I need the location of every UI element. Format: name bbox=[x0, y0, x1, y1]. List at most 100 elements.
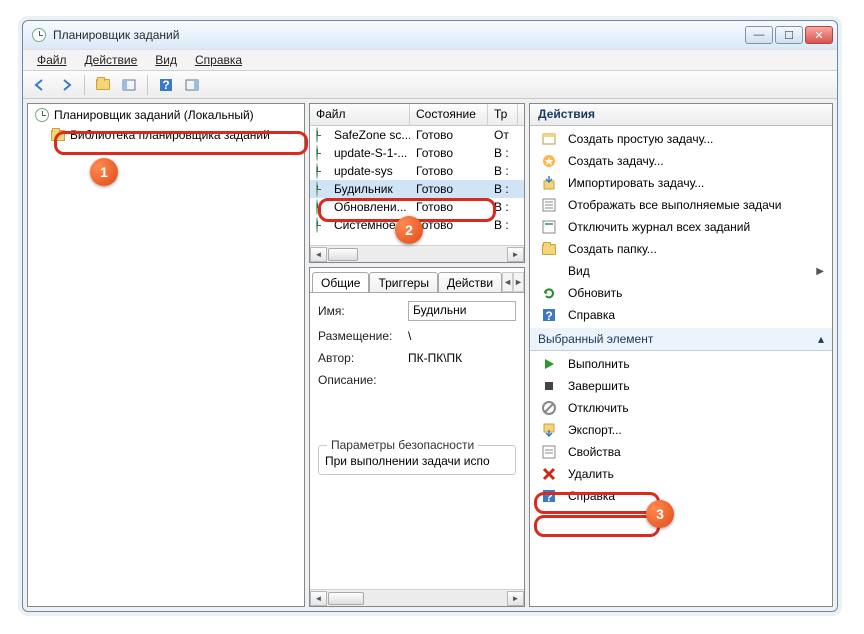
security-line: При выполнении задачи испо bbox=[325, 454, 509, 468]
action-export[interactable]: Экспорт... bbox=[530, 419, 832, 441]
col-trigger[interactable]: Тр bbox=[488, 104, 518, 125]
menu-action[interactable]: Действие bbox=[77, 51, 146, 69]
task-row[interactable]: Обновлени...ГотовоВ : bbox=[310, 198, 524, 216]
task-trigger: В : bbox=[494, 164, 509, 178]
tab-scroll-left[interactable]: ◄ bbox=[502, 272, 513, 292]
clock-icon bbox=[34, 107, 50, 123]
location-label: Размещение: bbox=[318, 329, 408, 343]
stop-icon bbox=[540, 378, 558, 394]
col-name[interactable]: Файл bbox=[310, 104, 410, 125]
scroll-left-icon[interactable]: ◄ bbox=[310, 247, 327, 262]
menu-file[interactable]: Файл bbox=[29, 51, 75, 69]
task-name: Системное ... bbox=[334, 218, 409, 232]
props-icon bbox=[540, 444, 558, 460]
action-label: Удалить bbox=[568, 467, 614, 481]
task-row[interactable]: SafeZone sc...ГотовоОт bbox=[310, 126, 524, 144]
menu-help[interactable]: Справка bbox=[187, 51, 250, 69]
name-field[interactable]: Будильни bbox=[408, 301, 516, 321]
scroll-track[interactable] bbox=[327, 247, 507, 262]
titlebar[interactable]: Планировщик заданий — ☐ ✕ bbox=[23, 21, 837, 49]
task-row[interactable]: update-S-1-...ГотовоВ : bbox=[310, 144, 524, 162]
task-row[interactable]: Системное ...ГотовоВ : bbox=[310, 216, 524, 234]
task-trigger: В : bbox=[494, 182, 509, 196]
svg-text:?: ? bbox=[545, 309, 552, 323]
tab-scroll-right[interactable]: ► bbox=[513, 272, 524, 292]
panel-toggle-button[interactable] bbox=[118, 74, 140, 96]
scroll-right-icon[interactable]: ► bbox=[507, 247, 524, 262]
scroll-right-icon[interactable]: ► bbox=[507, 591, 524, 606]
action-disable_log[interactable]: Отключить журнал всех заданий bbox=[530, 216, 832, 238]
scroll-left-icon[interactable]: ◄ bbox=[310, 591, 327, 606]
action-label: Справка bbox=[568, 308, 615, 322]
task-row[interactable]: БудильникГотовоВ : bbox=[310, 180, 524, 198]
tab-actions[interactable]: Действи bbox=[438, 272, 502, 292]
location-value: \ bbox=[408, 329, 411, 343]
author-value: ПК-ПК\ПК bbox=[408, 351, 462, 365]
delete-icon bbox=[540, 466, 558, 482]
description-label: Описание: bbox=[318, 373, 408, 387]
action-label: Создать простую задачу... bbox=[568, 132, 713, 146]
action-delete[interactable]: Удалить bbox=[530, 463, 832, 485]
task-state: Готово bbox=[416, 218, 453, 232]
scroll-thumb[interactable] bbox=[328, 248, 358, 261]
forward-button[interactable] bbox=[55, 74, 77, 96]
actions-section-selected[interactable]: Выбранный элемент ▴ bbox=[530, 328, 832, 351]
action-show_running[interactable]: Отображать все выполняемые задачи bbox=[530, 194, 832, 216]
task-trigger: В : bbox=[494, 200, 509, 214]
action-label: Выполнить bbox=[568, 357, 630, 371]
center-pane: Файл Состояние Тр SafeZone sc...ГотовоОт… bbox=[309, 103, 525, 607]
window-title: Планировщик заданий bbox=[53, 28, 179, 42]
menu-view[interactable]: Вид bbox=[147, 51, 185, 69]
tab-general[interactable]: Общие bbox=[312, 272, 369, 292]
action-label: Свойства bbox=[568, 445, 621, 459]
grid-hscroll[interactable]: ◄ ► bbox=[310, 245, 524, 262]
action-label: Импортировать задачу... bbox=[568, 176, 704, 190]
task-name: update-S-1-... bbox=[334, 146, 407, 160]
back-button[interactable] bbox=[29, 74, 51, 96]
action-run[interactable]: Выполнить bbox=[530, 353, 832, 375]
action-help1[interactable]: ? Справка bbox=[530, 304, 832, 326]
tree-child-label: Библиотека планировщика заданий bbox=[70, 128, 270, 142]
action-pane-toggle-button[interactable] bbox=[181, 74, 203, 96]
actions-header: Действия bbox=[530, 104, 832, 126]
action-create[interactable]: Создать задачу... bbox=[530, 150, 832, 172]
action-label: Создать задачу... bbox=[568, 154, 664, 168]
maximize-button[interactable]: ☐ bbox=[775, 26, 803, 44]
clock-icon bbox=[316, 182, 330, 196]
action-label: Справка bbox=[568, 489, 615, 503]
minimize-button[interactable]: — bbox=[745, 26, 773, 44]
action-help2[interactable]: ? Справка bbox=[530, 485, 832, 507]
help-icon: ? bbox=[540, 488, 558, 504]
scroll-track[interactable] bbox=[327, 591, 507, 606]
scroll-thumb[interactable] bbox=[328, 592, 364, 605]
close-button[interactable]: ✕ bbox=[805, 26, 833, 44]
menubar: Файл Действие Вид Справка bbox=[23, 49, 837, 71]
up-button[interactable] bbox=[92, 74, 114, 96]
action-import[interactable]: Импортировать задачу... bbox=[530, 172, 832, 194]
import-icon bbox=[540, 175, 558, 191]
log-icon bbox=[540, 219, 558, 235]
help-button[interactable]: ? bbox=[155, 74, 177, 96]
clock-icon bbox=[316, 146, 330, 160]
detail-hscroll[interactable]: ◄ ► bbox=[310, 589, 524, 606]
col-state[interactable]: Состояние bbox=[410, 104, 488, 125]
action-properties[interactable]: Свойства bbox=[530, 441, 832, 463]
export-icon bbox=[540, 422, 558, 438]
action-refresh[interactable]: Обновить bbox=[530, 282, 832, 304]
clock-icon bbox=[316, 128, 330, 142]
task-state: Готово bbox=[416, 164, 453, 178]
task-row[interactable]: update-sysГотовоВ : bbox=[310, 162, 524, 180]
action-label: Вид bbox=[568, 264, 590, 278]
task-state: Готово bbox=[416, 200, 453, 214]
action-create_basic[interactable]: Создать простую задачу... bbox=[530, 128, 832, 150]
tab-triggers[interactable]: Триггеры bbox=[369, 272, 438, 292]
action-view[interactable]: Вид▶ bbox=[530, 260, 832, 282]
task-grid[interactable]: SafeZone sc...ГотовоОтupdate-S-1-...Гото… bbox=[310, 126, 524, 245]
svg-text:?: ? bbox=[545, 490, 552, 504]
action-disable[interactable]: Отключить bbox=[530, 397, 832, 419]
collapse-icon: ▴ bbox=[818, 332, 824, 346]
tree-library[interactable]: Библиотека планировщика заданий bbox=[46, 126, 302, 144]
action-end[interactable]: Завершить bbox=[530, 375, 832, 397]
action-new_folder[interactable]: Создать папку... bbox=[530, 238, 832, 260]
tree-root[interactable]: Планировщик заданий (Локальный) bbox=[30, 106, 302, 124]
